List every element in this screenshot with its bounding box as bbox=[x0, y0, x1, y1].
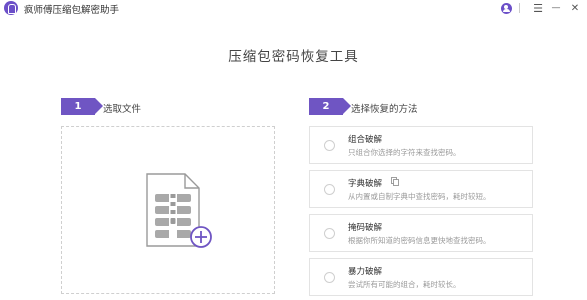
step-1-label: 选取文件 bbox=[103, 104, 142, 115]
method-title: 字典破解 bbox=[348, 179, 383, 189]
method-title: 掩码破解 bbox=[348, 223, 383, 233]
method-option-combination[interactable]: 组合破解 只组合你选择的字符来查找密码。 bbox=[309, 126, 533, 164]
step-1-badge: 1 bbox=[61, 98, 103, 115]
method-option-mask[interactable]: 掩码破解 根据你所知道的密码信息更快地查找密码。 bbox=[309, 214, 533, 252]
title-divider bbox=[519, 3, 520, 13]
method-title: 暴力破解 bbox=[348, 267, 383, 277]
method-desc: 只组合你选择的字符来查找密码。 bbox=[348, 148, 461, 157]
step-2-label: 选择恢复的方法 bbox=[351, 104, 418, 115]
step-2-badge: 2 bbox=[309, 98, 351, 115]
radio-brute-force[interactable] bbox=[324, 272, 335, 283]
radio-dictionary[interactable] bbox=[324, 184, 335, 195]
method-option-brute-force[interactable]: 暴力破解 尝试所有可能的组合，耗时较长。 bbox=[309, 258, 533, 296]
method-desc: 从内置或自制字典中查找密码，耗时较短。 bbox=[348, 192, 491, 201]
method-desc: 尝试所有可能的组合，耗时较长。 bbox=[348, 280, 461, 289]
page-title: 压缩包密码恢复工具 bbox=[228, 49, 359, 65]
radio-mask[interactable] bbox=[324, 228, 335, 239]
copy-icon[interactable] bbox=[391, 177, 399, 186]
radio-combination[interactable] bbox=[324, 140, 335, 151]
close-icon[interactable]: ✕ bbox=[566, 0, 584, 16]
menu-icon[interactable]: ☰ bbox=[529, 0, 547, 16]
method-option-dictionary[interactable]: 字典破解 从内置或自制字典中查找密码，耗时较短。 bbox=[309, 170, 533, 208]
app-logo-icon bbox=[4, 1, 18, 15]
method-desc: 根据你所知道的密码信息更快地查找密码。 bbox=[348, 236, 491, 245]
minimize-icon[interactable]: — bbox=[547, 0, 565, 16]
user-icon[interactable] bbox=[497, 0, 515, 16]
title-bar: 疯师傅压缩包解密助手 ☰ — ✕ bbox=[0, 0, 587, 16]
app-title: 疯师傅压缩包解密助手 bbox=[24, 5, 120, 16]
file-drop-zone[interactable] bbox=[61, 126, 275, 294]
method-title: 组合破解 bbox=[348, 135, 383, 145]
zip-file-add-icon[interactable] bbox=[141, 172, 217, 252]
